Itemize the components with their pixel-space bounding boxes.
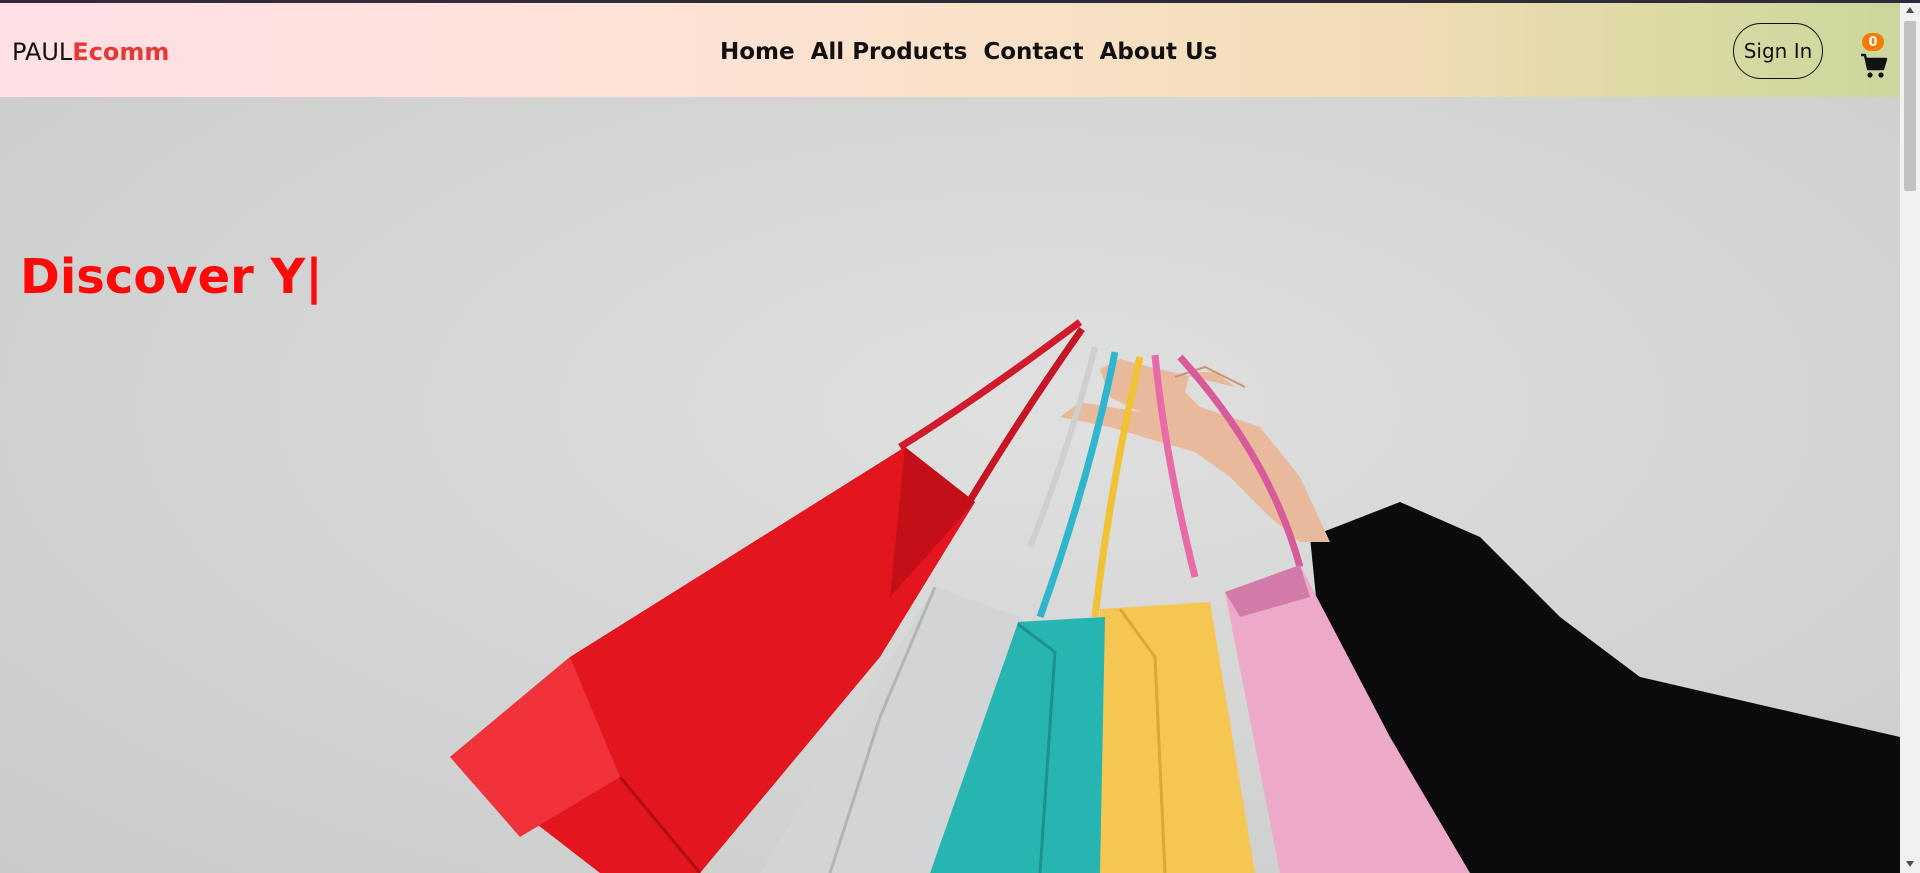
nav-home[interactable]: Home	[720, 37, 795, 67]
brand-prefix: PAUL	[12, 38, 73, 66]
main-nav: Home All Products Contact About Us	[720, 37, 1217, 67]
brand-suffix: Ecomm	[72, 38, 170, 66]
nav-contact[interactable]: Contact	[983, 37, 1083, 67]
sign-in-button[interactable]: Sign In	[1733, 23, 1823, 79]
hero-shopping-bags-image	[450, 319, 1900, 873]
hero-banner: Discover Y|	[0, 97, 1900, 873]
scroll-down-arrow-icon[interactable]	[1906, 861, 1914, 867]
scrollbar-thumb[interactable]	[1904, 21, 1916, 191]
nav-all-products[interactable]: All Products	[811, 37, 968, 67]
cart-count-badge: 0	[1862, 33, 1884, 51]
cart-icon	[1861, 53, 1888, 78]
brand-logo[interactable]: PAULEcomm	[12, 37, 169, 67]
cart-button[interactable]: 0	[1858, 33, 1890, 81]
hero-headline: Discover Y|	[20, 249, 323, 305]
page-scrollbar[interactable]	[1900, 3, 1920, 873]
nav-about-us[interactable]: About Us	[1100, 37, 1218, 67]
scroll-up-arrow-icon[interactable]	[1906, 7, 1914, 13]
navbar: PAULEcomm Home All Products Contact Abou…	[0, 3, 1900, 97]
